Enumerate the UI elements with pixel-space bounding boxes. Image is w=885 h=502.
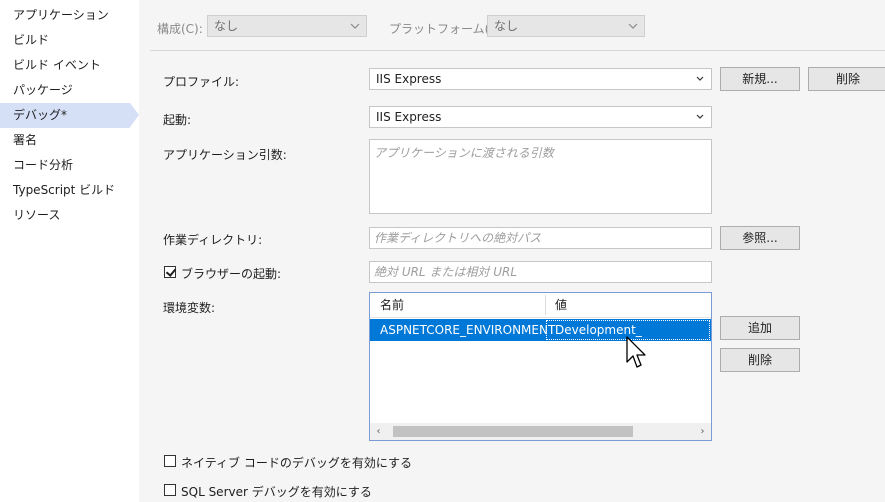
- profile-label: プロファイル:: [163, 75, 240, 89]
- platform-select[interactable]: なし: [487, 15, 645, 37]
- delete-profile-button[interactable]: 削除: [808, 67, 885, 91]
- profile-select[interactable]: IIS Express: [369, 68, 712, 90]
- sql-debug-label: SQL Server デバッグを有効にする: [181, 485, 372, 499]
- sidebar-nav: アプリケーション ビルド ビルド イベント パッケージ デバッグ* 署名 コード…: [0, 0, 139, 502]
- working-dir-placeholder: 作業ディレクトリへの絶対パス: [374, 231, 542, 245]
- divider: [150, 50, 885, 51]
- working-dir-label: 作業ディレクトリ:: [163, 233, 263, 247]
- env-vars-grid[interactable]: 名前 値 ASPNETCORE_ENVIRONMENT Development_…: [369, 292, 712, 441]
- working-dir-input[interactable]: 作業ディレクトリへの絶対パス: [369, 227, 712, 249]
- sidebar-item-application[interactable]: アプリケーション: [0, 3, 139, 28]
- sidebar-item-resources[interactable]: リソース: [0, 203, 139, 228]
- scroll-right-icon[interactable]: ›: [694, 423, 711, 440]
- column-header-name[interactable]: 名前: [370, 293, 545, 317]
- horizontal-scrollbar[interactable]: ‹ ›: [370, 423, 711, 440]
- env-var-name-cell[interactable]: ASPNETCORE_ENVIRONMENT: [370, 319, 555, 341]
- sidebar-item-typescript-build[interactable]: TypeScript ビルド: [0, 178, 139, 203]
- native-debug-label: ネイティブ コードのデバッグを有効にする: [181, 456, 412, 470]
- app-args-textarea[interactable]: アプリケーションに渡される引数: [369, 139, 712, 214]
- launch-select[interactable]: IIS Express: [369, 106, 712, 128]
- scroll-left-icon[interactable]: ‹: [370, 423, 387, 440]
- launch-label: 起動:: [163, 113, 192, 127]
- sidebar-item-signing[interactable]: 署名: [0, 128, 139, 153]
- launch-browser-checkbox[interactable]: [164, 266, 176, 278]
- launch-browser-label: ブラウザーの起動:: [181, 267, 282, 281]
- chevron-down-icon: [696, 114, 704, 119]
- sidebar-item-build[interactable]: ビルド: [0, 28, 139, 53]
- chevron-down-icon: [628, 23, 638, 29]
- env-vars-label: 環境変数:: [163, 301, 216, 315]
- profile-value: IIS Express: [376, 72, 442, 86]
- add-env-var-button[interactable]: 追加: [720, 316, 800, 340]
- browser-url-input[interactable]: 絶対 URL または相対 URL: [369, 261, 712, 283]
- browser-url-placeholder: 絶対 URL または相対 URL: [374, 265, 518, 279]
- launch-value: IIS Express: [376, 110, 442, 124]
- chevron-down-icon: [696, 76, 704, 81]
- sidebar-item-code-analysis[interactable]: コード分析: [0, 153, 139, 178]
- scrollbar-thumb[interactable]: [393, 426, 633, 437]
- sidebar-item-build-events[interactable]: ビルド イベント: [0, 53, 139, 78]
- chevron-down-icon: [350, 23, 360, 29]
- config-value: なし: [214, 19, 239, 33]
- platform-value: なし: [494, 19, 519, 33]
- mouse-pointer-icon: [626, 336, 646, 368]
- app-args-placeholder: アプリケーションに渡される引数: [374, 146, 554, 160]
- sidebar-item-package[interactable]: パッケージ: [0, 78, 139, 103]
- table-row[interactable]: ASPNETCORE_ENVIRONMENT Development_: [370, 319, 711, 341]
- browse-button[interactable]: 参照...: [720, 226, 800, 250]
- config-select[interactable]: なし: [207, 15, 367, 37]
- sql-debug-checkbox[interactable]: [164, 484, 176, 496]
- column-header-value[interactable]: 値: [545, 293, 711, 317]
- delete-env-var-button[interactable]: 削除: [720, 348, 800, 372]
- new-profile-button[interactable]: 新規...: [720, 67, 800, 91]
- config-label: 構成(C):: [157, 22, 203, 36]
- grid-header: 名前 値: [370, 293, 711, 318]
- sidebar-item-debug[interactable]: デバッグ*: [0, 103, 139, 128]
- native-debug-checkbox[interactable]: [164, 455, 176, 467]
- app-args-label: アプリケーション引数:: [163, 148, 287, 162]
